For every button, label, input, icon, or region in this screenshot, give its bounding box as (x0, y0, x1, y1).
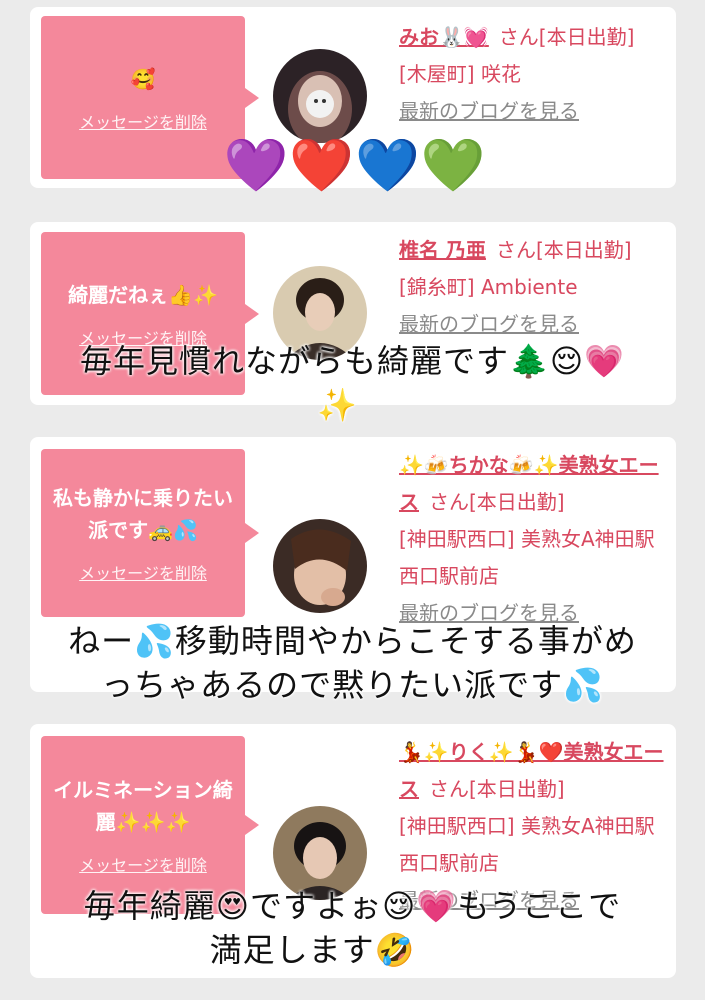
overlay-caption-1b: ✨ (317, 386, 358, 424)
avatar[interactable] (273, 519, 367, 613)
sender-info: みお🐰💓 さん[本日出勤] [木屋町] 咲花 最新のブログを見る (399, 19, 669, 130)
message-text: 私も静かに乗りたい派です🚕💦 (53, 486, 233, 542)
delete-message-link[interactable]: メッセージを削除 (79, 560, 207, 584)
overlay-caption-3b: 満足します🤣 (209, 931, 416, 969)
sender-status: さん[本日出勤] (429, 490, 565, 514)
delete-message-link[interactable]: メッセージを削除 (79, 109, 207, 133)
sender-location: [神田駅西口] 美熟女A神田駅西口駅前店 (399, 814, 655, 875)
sender-info: 椎名 乃亜 さん[本日出勤] [錦糸町] Ambiente 最新のブログを見る (399, 232, 669, 343)
sender-status: さん[本日出勤] (495, 238, 632, 262)
sender-name-link[interactable]: みお🐰💓 (399, 25, 489, 49)
sender-location: [神田駅西口] 美熟女A神田駅西口駅前店 (399, 527, 655, 588)
overlay-caption-1: 毎年見慣れながらも綺麗です🌲😌💗 (79, 342, 626, 380)
message-text: イルミネーション綺麗✨✨✨ (53, 778, 233, 834)
hearts-overlay: 💜❤️💙💚 (223, 136, 487, 196)
latest-blog-link[interactable]: 最新のブログを見る (399, 93, 669, 130)
message-text: 綺麗だねぇ👍✨ (68, 282, 218, 307)
sender-location: [木屋町] 咲花 (399, 62, 521, 86)
avatar[interactable] (273, 49, 367, 143)
overlay-caption-3a: 毎年綺麗😍ですよぉ😌💗もうここで (83, 887, 622, 925)
message-bubble: 私も静かに乗りたい派です🚕💦 メッセージを削除 (41, 449, 259, 617)
sender-location: [錦糸町] Ambiente (399, 275, 578, 299)
delete-message-link[interactable]: メッセージを削除 (79, 852, 207, 876)
sender-info: ✨🍻ちかな🍻✨美熟女エース さん[本日出勤] [神田駅西口] 美熟女A神田駅西口駅… (399, 447, 669, 632)
overlay-caption-2a: ねー💦移動時間やからこそする事がめ (68, 622, 637, 660)
sender-status: さん[本日出勤] (498, 25, 635, 49)
overlay-caption-2b: っちゃあるので黙りたい派です💦 (101, 666, 604, 704)
sender-status: さん[本日出勤] (429, 777, 565, 801)
latest-blog-link[interactable]: 最新のブログを見る (399, 306, 669, 343)
message-text: 🥰 (130, 66, 156, 91)
sender-name-link[interactable]: 椎名 乃亜 (399, 238, 486, 262)
